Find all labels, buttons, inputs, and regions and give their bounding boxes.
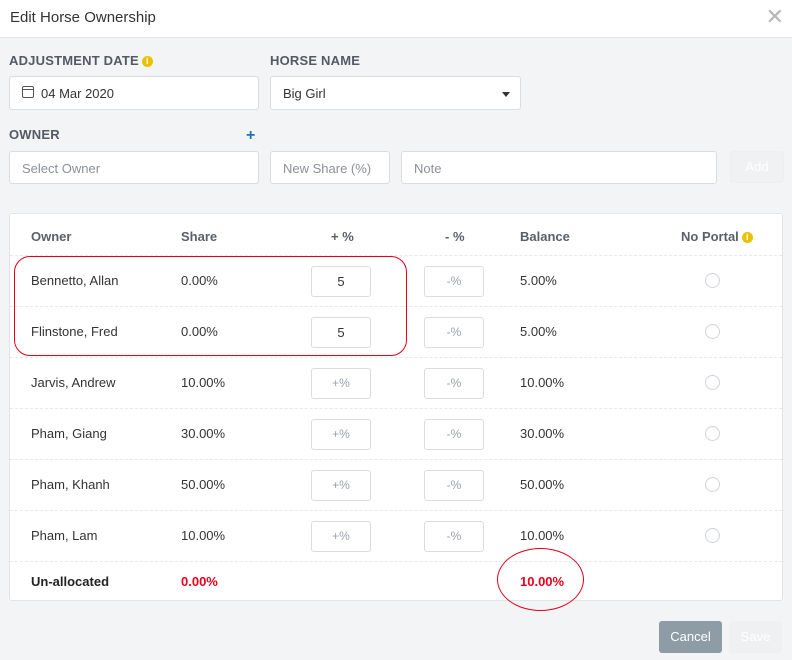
new-share-input[interactable]: New Share (%) xyxy=(270,151,390,184)
edit-horse-ownership-modal: Edit Horse Ownership ✕ ADJUSTMENT DATE i … xyxy=(0,0,792,660)
owner-balance: 5.00% xyxy=(520,273,557,288)
modal-header: Edit Horse Ownership ✕ xyxy=(0,0,792,38)
owner-name: Pham, Lam xyxy=(31,528,98,543)
adjustment-date-field[interactable]: 04 Mar 2020 xyxy=(9,76,259,110)
plus-percent-input[interactable]: +% xyxy=(311,521,371,552)
owner-share: 0.00% xyxy=(181,273,218,288)
owner-balance: 30.00% xyxy=(520,426,565,441)
table-row: Flinstone, Fred 0.00% 5 -% 5.00% xyxy=(10,306,782,357)
no-portal-radio[interactable] xyxy=(705,477,720,492)
note-input[interactable]: Note xyxy=(401,151,717,184)
owner-name: Bennetto, Allan xyxy=(31,273,119,288)
col-header-minus: - % xyxy=(445,229,465,244)
plus-percent-input[interactable]: 5 xyxy=(311,266,371,297)
owner-name: Pham, Giang xyxy=(31,426,107,441)
horse-name-label: HORSE NAME xyxy=(270,53,361,68)
table-row: Pham, Giang 30.00% +% -% 30.00% xyxy=(10,408,782,459)
adjustment-date-value: 04 Mar 2020 xyxy=(41,86,114,101)
minus-percent-input[interactable]: -% xyxy=(424,521,484,552)
info-icon[interactable]: i xyxy=(141,56,153,67)
owner-share: 10.00% xyxy=(181,375,226,390)
owner-share: 0.00% xyxy=(181,324,218,339)
no-portal-radio[interactable] xyxy=(705,324,720,339)
owner-balance: 50.00% xyxy=(520,477,565,492)
plus-percent-input[interactable]: 5 xyxy=(311,317,371,348)
owner-share: 50.00% xyxy=(181,477,226,492)
table-row: Jarvis, Andrew 10.00% +% -% 10.00% xyxy=(10,357,782,408)
no-portal-radio[interactable] xyxy=(705,528,720,543)
owner-share: 10.00% xyxy=(181,528,226,543)
calendar-icon xyxy=(22,86,34,98)
add-button[interactable]: Add xyxy=(730,151,784,183)
owner-share: 30.00% xyxy=(181,426,226,441)
plus-percent-input[interactable]: +% xyxy=(311,368,371,399)
plus-percent-input[interactable]: +% xyxy=(311,419,371,450)
ownership-table: Owner Share + % - % Balance No Portal i B… xyxy=(9,213,783,601)
table-row: Pham, Khanh 50.00% +% -% 50.00% xyxy=(10,459,782,510)
owner-balance: 5.00% xyxy=(520,324,557,339)
adjustment-date-label-text: ADJUSTMENT DATE xyxy=(9,53,139,68)
owner-label: OWNER xyxy=(9,127,60,142)
col-header-share: Share xyxy=(181,229,218,244)
col-header-balance: Balance xyxy=(520,229,570,244)
select-owner-placeholder: Select Owner xyxy=(22,161,101,176)
table-row: Pham, Lam 10.00% +% -% 10.00% xyxy=(10,510,782,561)
horse-name-value: Big Girl xyxy=(283,86,326,101)
note-placeholder: Note xyxy=(414,161,442,176)
owner-name: Jarvis, Andrew xyxy=(31,375,116,390)
owner-balance: 10.00% xyxy=(520,528,565,543)
horse-name-select[interactable]: Big Girl xyxy=(270,76,521,110)
owner-name: Pham, Khanh xyxy=(31,477,110,492)
cancel-button[interactable]: Cancel xyxy=(659,621,722,653)
minus-percent-input[interactable]: -% xyxy=(424,317,484,348)
info-icon[interactable]: i xyxy=(741,232,753,243)
plus-percent-input[interactable]: +% xyxy=(311,470,371,501)
minus-percent-input[interactable]: -% xyxy=(424,266,484,297)
col-header-plus: + % xyxy=(331,229,354,244)
unallocated-balance: 10.00% xyxy=(520,574,565,589)
modal-title: Edit Horse Ownership xyxy=(10,9,156,26)
no-portal-radio[interactable] xyxy=(705,426,720,441)
no-portal-header-text: No Portal xyxy=(681,229,739,244)
col-header-no-portal: No Portal i xyxy=(681,229,753,244)
minus-percent-input[interactable]: -% xyxy=(424,470,484,501)
minus-percent-input[interactable]: -% xyxy=(424,419,484,450)
unallocated-row: Un-allocated 0.00% 10.00% xyxy=(10,561,782,601)
minus-percent-input[interactable]: -% xyxy=(424,368,484,399)
save-button[interactable]: Save xyxy=(729,621,782,653)
table-row: Bennetto, Allan 0.00% 5 -% 5.00% xyxy=(10,255,782,306)
unallocated-share: 0.00% xyxy=(181,574,218,589)
chevron-down-icon xyxy=(502,92,510,97)
owner-balance: 10.00% xyxy=(520,375,565,390)
no-portal-radio[interactable] xyxy=(705,273,720,288)
unallocated-label: Un-allocated xyxy=(31,574,110,589)
select-owner-input[interactable]: Select Owner xyxy=(9,151,259,184)
owner-name: Flinstone, Fred xyxy=(31,324,118,339)
no-portal-radio[interactable] xyxy=(705,375,720,390)
close-icon[interactable]: ✕ xyxy=(766,6,784,28)
add-owner-plus-icon[interactable]: + xyxy=(246,127,255,145)
adjustment-date-label: ADJUSTMENT DATE i xyxy=(9,53,153,68)
new-share-placeholder: New Share (%) xyxy=(283,161,372,176)
col-header-owner: Owner xyxy=(31,229,72,244)
